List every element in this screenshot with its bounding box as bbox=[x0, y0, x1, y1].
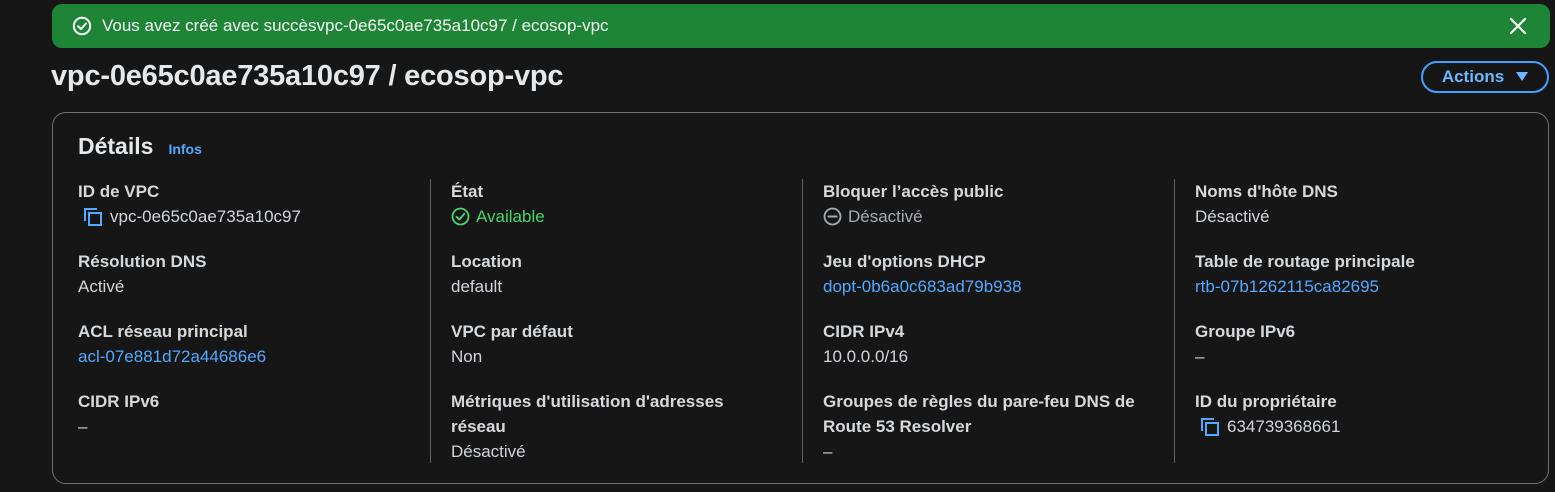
field-owner-id: ID du propriétaire 634739368661 bbox=[1195, 389, 1525, 439]
field-main-network-acl: ACL réseau principal acl-07e881d72a44686… bbox=[78, 319, 408, 369]
field-value: – bbox=[1195, 347, 1205, 366]
field-value: Désactivé bbox=[823, 204, 1153, 229]
field-network-address-metrics: Métriques d'utilisation d'adresses résea… bbox=[451, 389, 781, 464]
block-public-access-value: Désactivé bbox=[848, 207, 923, 226]
field-label: ACL réseau principal bbox=[78, 322, 248, 341]
field-dns-hostnames: Noms d'hôte DNS Désactivé bbox=[1195, 179, 1525, 229]
field-label: ID du propriétaire bbox=[1195, 392, 1337, 411]
field-label: VPC par défaut bbox=[451, 322, 573, 341]
field-ipv6-cidr: CIDR IPv6 – bbox=[78, 389, 408, 439]
owner-id-value: 634739368661 bbox=[1227, 417, 1341, 436]
actions-button[interactable]: Actions bbox=[1421, 61, 1549, 93]
info-link[interactable]: Infos bbox=[168, 141, 201, 157]
details-header: Détails Infos bbox=[78, 133, 202, 160]
flash-message: Vous avez créé avec succèsvpc-0e65c0ae73… bbox=[102, 16, 609, 35]
field-label: Location bbox=[451, 252, 522, 271]
details-column-1: ID de VPC vpc-0e65c0ae735a10c97 Résoluti… bbox=[78, 179, 433, 463]
state-value: Available bbox=[476, 207, 545, 226]
caret-down-icon bbox=[1516, 72, 1529, 82]
details-column-4: Noms d'hôte DNS Désactivé Table de routa… bbox=[1174, 179, 1530, 463]
field-label: Bloquer l’accès public bbox=[823, 182, 1004, 201]
field-label: Résolution DNS bbox=[78, 252, 207, 271]
minus-circle-icon bbox=[823, 207, 842, 226]
details-panel: Détails Infos ID de VPC vpc-0e65c0ae735a… bbox=[52, 112, 1549, 484]
vpc-id-value: vpc-0e65c0ae735a10c97 bbox=[110, 207, 301, 226]
field-default-vpc: VPC par défaut Non bbox=[451, 319, 781, 369]
field-value: Désactivé bbox=[1195, 207, 1270, 226]
field-value: 634739368661 bbox=[1195, 414, 1525, 439]
details-title: Détails bbox=[78, 133, 154, 159]
field-value: – bbox=[78, 417, 88, 436]
field-label: Métriques d'utilisation d'adresses résea… bbox=[451, 392, 724, 436]
field-dhcp-options: Jeu d'options DHCP dopt-0b6a0c683ad79b93… bbox=[823, 249, 1153, 299]
field-value: Available bbox=[451, 204, 781, 229]
field-value: default bbox=[451, 277, 503, 296]
vpc-details-page: Vous avez créé avec succèsvpc-0e65c0ae73… bbox=[0, 0, 1555, 492]
field-dns-resolution: Résolution DNS Activé bbox=[78, 249, 408, 299]
field-label: CIDR IPv6 bbox=[78, 392, 160, 411]
details-column-2: État Available Location default VPC par … bbox=[430, 179, 786, 463]
success-flash-banner: Vous avez créé avec succèsvpc-0e65c0ae73… bbox=[52, 4, 1550, 48]
page-title: vpc-0e65c0ae735a10c97 / ecosop-vpc bbox=[51, 60, 564, 92]
field-location: Location default bbox=[451, 249, 781, 299]
field-vpc-id: ID de VPC vpc-0e65c0ae735a10c97 bbox=[78, 179, 408, 229]
field-label: CIDR IPv4 bbox=[823, 322, 905, 341]
network-acl-link[interactable]: acl-07e881d72a44686e6 bbox=[78, 344, 408, 369]
field-ipv6-pool: Groupe IPv6 – bbox=[1195, 319, 1525, 369]
success-check-icon bbox=[72, 16, 92, 36]
field-main-route-table: Table de routage principale rtb-07b12621… bbox=[1195, 249, 1525, 299]
field-label: ID de VPC bbox=[78, 182, 160, 201]
field-route53-dns-firewall: Groupes de règles du pare-feu DNS de Rou… bbox=[823, 389, 1153, 464]
copy-icon[interactable] bbox=[1199, 416, 1221, 438]
field-value: Activé bbox=[78, 277, 125, 296]
field-value: 10.0.0.0/16 bbox=[823, 347, 909, 366]
field-label: Jeu d'options DHCP bbox=[823, 252, 986, 271]
field-state: État Available bbox=[451, 179, 781, 229]
dhcp-options-link[interactable]: dopt-0b6a0c683ad79b938 bbox=[823, 274, 1153, 299]
close-icon[interactable] bbox=[1506, 14, 1530, 38]
field-label: Table de routage principale bbox=[1195, 252, 1415, 271]
field-label: État bbox=[451, 182, 484, 201]
field-value: – bbox=[823, 442, 833, 461]
check-circle-icon bbox=[451, 207, 470, 226]
field-value: Non bbox=[451, 347, 483, 366]
field-label: Groupes de règles du pare-feu DNS de Rou… bbox=[823, 392, 1135, 436]
field-label: Noms d'hôte DNS bbox=[1195, 182, 1338, 201]
field-ipv4-cidr: CIDR IPv4 10.0.0.0/16 bbox=[823, 319, 1153, 369]
details-column-3: Bloquer l’accès public Désactivé Jeu d'o… bbox=[802, 179, 1158, 463]
field-value: vpc-0e65c0ae735a10c97 bbox=[78, 204, 408, 229]
route-table-link[interactable]: rtb-07b1262115ca82695 bbox=[1195, 274, 1525, 299]
actions-button-label: Actions bbox=[1441, 67, 1505, 86]
field-block-public-access: Bloquer l’accès public Désactivé bbox=[823, 179, 1153, 229]
copy-icon[interactable] bbox=[82, 206, 104, 228]
field-value: Désactivé bbox=[451, 442, 526, 461]
field-label: Groupe IPv6 bbox=[1195, 322, 1296, 341]
